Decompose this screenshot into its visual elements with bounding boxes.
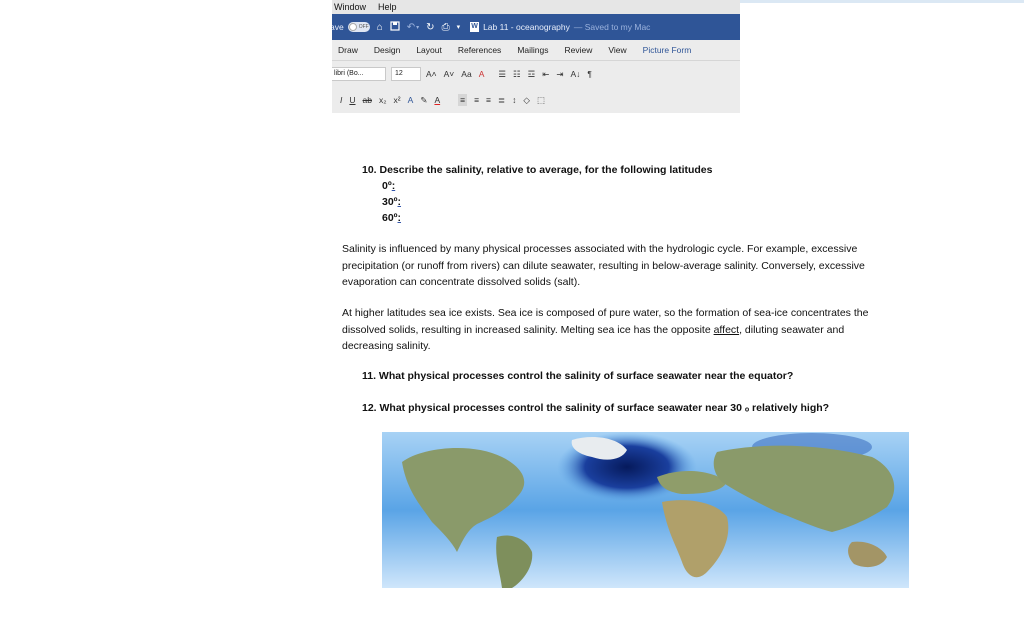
superscript-button[interactable]: x² xyxy=(394,95,401,105)
menu-help[interactable]: Help xyxy=(378,2,397,12)
shading-icon[interactable]: ◇ xyxy=(523,95,530,106)
print-icon[interactable]: ⎙ xyxy=(442,22,450,33)
affect-word: affect xyxy=(713,323,740,336)
change-case-button[interactable]: Aa xyxy=(461,69,471,79)
underline-button[interactable]: U xyxy=(349,95,355,105)
sort-button[interactable]: A↓ xyxy=(570,69,580,79)
ribbon-row-2: I U ab x₂ x² A ✎ A ≡ ≡ ≡ ≣ ↕ ◇ ⬚ xyxy=(332,87,740,113)
saved-status: — Saved to my Mac xyxy=(573,22,651,32)
latitude-0-line: 0º: xyxy=(382,180,395,192)
top-right-strip xyxy=(740,0,1024,3)
tab-mailings[interactable]: Mailings xyxy=(517,45,548,55)
undo-icon[interactable]: ↶ xyxy=(407,22,415,33)
bullets-icon[interactable]: ☰ xyxy=(498,69,506,80)
home-icon[interactable]: ⌂ xyxy=(377,22,383,33)
strikethrough-button[interactable]: ab xyxy=(363,95,372,105)
italic-button[interactable]: I xyxy=(340,95,342,105)
toggle-knob xyxy=(348,23,357,31)
align-left-icon[interactable]: ≡ xyxy=(458,94,468,106)
clear-formatting-button[interactable]: A xyxy=(479,69,485,79)
align-center-icon[interactable]: ≡ xyxy=(474,95,479,105)
borders-icon[interactable]: ⬚ xyxy=(537,95,545,106)
document-title: Lab 11 - oceanography xyxy=(483,22,570,32)
font-color-button[interactable]: A xyxy=(434,95,440,105)
title-bar: ave OFF ⌂ ↶ ▾ ↻ ⎙ ▾ W Lab 11 - oceanogra… xyxy=(332,14,740,40)
toggle-label: OFF xyxy=(358,24,369,30)
font-name-field[interactable]: libri (Bo... xyxy=(332,67,386,81)
multilevel-list-icon[interactable]: ☲ xyxy=(528,69,536,80)
latitude-30-line: 30º: xyxy=(382,196,401,208)
numbering-icon[interactable]: ☷ xyxy=(513,69,521,80)
autosave-label: ave xyxy=(332,22,344,32)
ribbon-tabs: Draw Design Layout References Mailings R… xyxy=(332,40,740,61)
document-page[interactable]: 10. Describe the salinity, relative to a… xyxy=(332,113,940,593)
increase-indent-icon[interactable]: ⇥ xyxy=(556,69,563,80)
tab-view[interactable]: View xyxy=(608,45,626,55)
document-title-area[interactable]: W Lab 11 - oceanography — Saved to my Ma… xyxy=(470,22,650,32)
customize-toolbar-icon[interactable]: ▾ xyxy=(457,23,461,31)
ribbon-row-1: libri (Bo... 12 A˄ A˅ Aa A ☰ ☷ ☲ ⇤ ⇥ A↓ … xyxy=(332,61,740,87)
question-12: 12. What physical processes control the … xyxy=(362,402,830,414)
justify-icon[interactable]: ≣ xyxy=(498,95,505,106)
align-right-icon[interactable]: ≡ xyxy=(486,95,491,105)
grow-font-button[interactable]: A˄ xyxy=(426,69,437,79)
menu-bar: Window Help xyxy=(332,0,740,14)
sea-ice-paragraph: At higher latitudes sea ice exists. Sea … xyxy=(342,305,882,355)
tab-picture-format[interactable]: Picture Form xyxy=(643,45,692,55)
autosave-toggle[interactable]: OFF xyxy=(347,22,370,32)
redo-icon[interactable]: ↻ xyxy=(426,22,434,33)
shrink-font-button[interactable]: A˅ xyxy=(444,69,455,79)
tab-references[interactable]: References xyxy=(458,45,501,55)
subscript-button[interactable]: x₂ xyxy=(379,95,387,105)
question-10: 10. Describe the salinity, relative to a… xyxy=(362,164,713,176)
decrease-indent-icon[interactable]: ⇤ xyxy=(542,69,549,80)
text-effects-button[interactable]: A xyxy=(408,95,414,105)
tab-layout[interactable]: Layout xyxy=(416,45,442,55)
font-size-field[interactable]: 12 xyxy=(391,67,421,81)
latitude-colon: : xyxy=(397,196,402,208)
tab-review[interactable]: Review xyxy=(565,45,593,55)
latitude-30-label: 30º xyxy=(382,196,398,208)
line-spacing-icon[interactable]: ↕ xyxy=(512,95,516,105)
latitude-colon: : xyxy=(391,180,396,192)
salinity-paragraph: Salinity is influenced by many physical … xyxy=(342,243,865,288)
ocean-salinity-map-image[interactable] xyxy=(382,432,909,588)
tab-draw[interactable]: Draw xyxy=(338,45,358,55)
latitude-colon: : xyxy=(397,212,402,224)
latitude-60-label: 60º xyxy=(382,212,398,224)
word-app-window: Window Help ave OFF ⌂ ↶ ▾ ↻ ⎙ ▾ W Lab 11… xyxy=(332,0,740,113)
save-icon[interactable] xyxy=(390,20,400,34)
question-11: 11. What physical processes control the … xyxy=(362,370,794,382)
tab-design[interactable]: Design xyxy=(374,45,400,55)
word-doc-icon: W xyxy=(470,22,480,32)
show-formatting-button[interactable]: ¶ xyxy=(587,69,592,79)
menu-window[interactable]: Window xyxy=(334,2,366,12)
highlight-icon[interactable]: ✎ xyxy=(420,95,427,106)
latitude-60-line: 60º: xyxy=(382,212,401,224)
latitude-0-label: 0º xyxy=(382,180,392,192)
dropdown-arrow-icon[interactable]: ▾ xyxy=(416,24,419,31)
